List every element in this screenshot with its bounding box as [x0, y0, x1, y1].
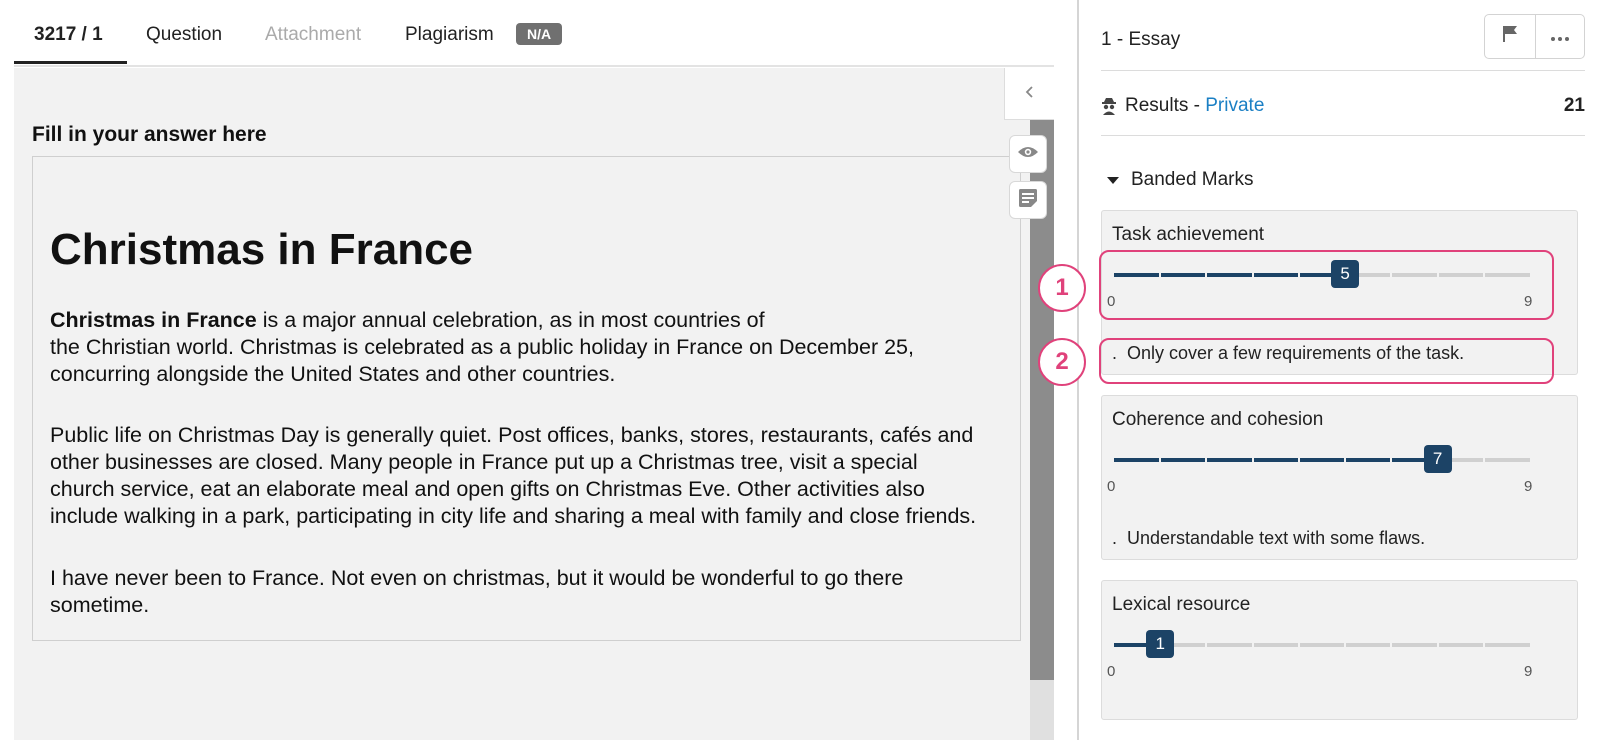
tab-plagiarism[interactable]: Plagiarism — [405, 24, 494, 46]
notes-button[interactable] — [1009, 181, 1047, 219]
slider-tick — [1390, 457, 1393, 463]
slider-thumb[interactable]: 7 — [1423, 445, 1452, 473]
slider-track[interactable] — [1114, 643, 1530, 647]
band-card-lexical: Lexical resource 1 0 9 — [1101, 580, 1578, 720]
band-slider[interactable]: 1 — [1114, 630, 1530, 660]
essay-bold-text: Christmas in France — [50, 308, 257, 332]
essay-paragraph-3: I have never been to France. Not even on… — [50, 565, 903, 619]
slider-tick — [1251, 642, 1254, 648]
essay-paragraph-2: Public life on Christmas Day is generall… — [50, 422, 976, 530]
active-tab-underline — [14, 61, 127, 64]
callout-highlight-slider — [1099, 250, 1554, 320]
slider-tick — [1436, 642, 1439, 648]
band-title: Coherence and cohesion — [1112, 409, 1324, 430]
notes-icon — [1018, 188, 1038, 213]
banded-marks-label: Banded Marks — [1131, 169, 1254, 190]
slider-tick — [1344, 642, 1347, 648]
banded-marks-toggle[interactable]: Banded Marks — [1107, 169, 1254, 191]
spy-icon — [1101, 97, 1117, 121]
tab-question[interactable]: Question — [146, 24, 222, 46]
answer-editor[interactable]: Christmas in France Christmas in France … — [32, 156, 1021, 641]
preview-button[interactable] — [1009, 135, 1047, 173]
essay-heading: Christmas in France — [50, 225, 474, 274]
eye-icon — [1017, 145, 1039, 164]
slider-tick — [1297, 457, 1300, 463]
band-title: Lexical resource — [1112, 594, 1251, 615]
collapse-panel-button[interactable] — [1004, 68, 1054, 120]
results-label: Results - — [1125, 95, 1206, 116]
answer-panel: Fill in your answer here Christmas in Fr… — [14, 68, 1054, 740]
slider-thumb[interactable]: 1 — [1146, 630, 1175, 658]
answer-label: Fill in your answer here — [32, 123, 267, 146]
slider-tick — [1390, 642, 1393, 648]
flag-icon — [1502, 25, 1518, 48]
flag-button[interactable] — [1485, 15, 1535, 58]
results-visibility-link[interactable]: Private — [1205, 95, 1264, 116]
scale-min: 0 — [1107, 478, 1116, 495]
essay-text: church service, eat an elaborate meal an… — [50, 477, 925, 501]
left-pane: 3217 / 1 Question Attachment Plagiarism … — [0, 0, 1077, 740]
results-row: Results - Private 21 — [1101, 94, 1585, 120]
plagiarism-badge: N/A — [516, 23, 563, 45]
results-score: 21 — [1563, 95, 1585, 116]
tab-attachment: Attachment — [265, 24, 362, 45]
essay-text: other businesses are closed. Many people… — [50, 450, 918, 474]
band-title: Task achievement — [1112, 224, 1265, 245]
slider-tick — [1205, 642, 1208, 648]
essay-text: is a major annual celebration, as in mos… — [256, 308, 765, 332]
slider-tick — [1159, 457, 1162, 463]
slider-tick — [1344, 457, 1347, 463]
chevron-left-icon — [1024, 83, 1036, 104]
caret-down-icon — [1107, 169, 1119, 191]
question-actions — [1484, 14, 1585, 59]
essay-paragraph-1: Christmas in France is a major annual ce… — [50, 307, 914, 388]
essay-text: the Christian world. Christmas is celebr… — [50, 335, 914, 359]
more-options-button[interactable] — [1534, 15, 1585, 58]
divider — [1101, 135, 1585, 136]
scale-min: 0 — [1107, 663, 1116, 680]
slider-fill — [1114, 458, 1438, 462]
essay-text: sometime. — [50, 593, 150, 617]
tab-submission[interactable]: 3217 / 1 — [34, 24, 103, 46]
essay-text: include walking in a park, participating… — [50, 504, 977, 528]
divider — [1101, 70, 1585, 71]
band-descriptor: . Understandable text with some flaws. — [1112, 528, 1426, 548]
slider-tick — [1482, 457, 1485, 463]
callout-number: 2 — [1038, 338, 1086, 386]
scale-max: 9 — [1524, 663, 1533, 680]
scale-max: 9 — [1524, 478, 1533, 495]
slider-tick — [1297, 642, 1300, 648]
band-card-coherence: Coherence and cohesion 7 0 9 . Understan… — [1101, 395, 1578, 560]
callout-number: 1 — [1038, 264, 1086, 312]
slider-tick — [1205, 457, 1208, 463]
slider-tick — [1482, 642, 1485, 648]
essay-text: I have never been to France. Not even on… — [50, 566, 904, 590]
more-icon — [1550, 28, 1569, 46]
slider-tick — [1251, 457, 1254, 463]
essay-text: Public life on Christmas Day is generall… — [50, 423, 974, 447]
callout-highlight-descriptor — [1099, 338, 1554, 384]
band-slider[interactable]: 7 — [1114, 445, 1530, 475]
essay-text: concurring alongside the United States a… — [50, 362, 616, 386]
question-title: 1 - Essay — [1101, 29, 1181, 50]
tab-bar: 3217 / 1 Question Attachment Plagiarism … — [14, 0, 1054, 67]
